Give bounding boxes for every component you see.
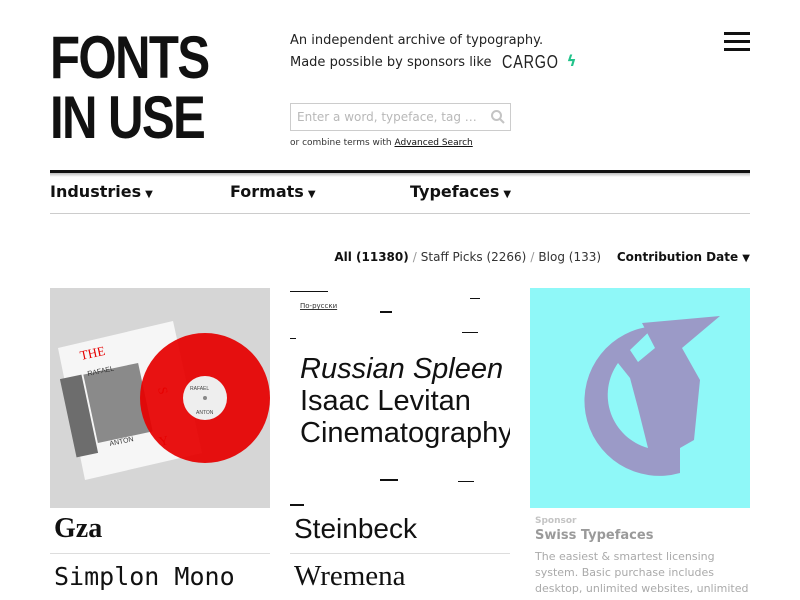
main-nav: Industries ▼ Formats ▼ Typefaces ▼ bbox=[50, 182, 750, 206]
tagline-line-2: Made possible by sponsors like CARGO ϟ bbox=[290, 51, 577, 73]
card-divider bbox=[290, 553, 510, 554]
nav-industries-label: Industries bbox=[50, 182, 142, 201]
advanced-search-link[interactable]: Advanced Search bbox=[395, 138, 473, 148]
bolt-icon: ϟ bbox=[566, 52, 577, 70]
caret-down-icon: ▼ bbox=[503, 189, 512, 200]
caret-down-icon: ▼ bbox=[742, 253, 750, 264]
caret-down-icon: ▼ bbox=[145, 189, 153, 200]
sponsor-name[interactable]: Swiss Typefaces bbox=[535, 528, 653, 543]
hamburger-menu-icon[interactable] bbox=[724, 32, 750, 52]
cargo-logo[interactable]: CARGO bbox=[502, 52, 559, 72]
vinyl-artwork: THE RAFAEL ANTON S Y RAFAEL ANTON bbox=[58, 321, 270, 480]
unicorn-logo-icon bbox=[584, 316, 720, 476]
search-box bbox=[290, 103, 511, 131]
advanced-search-prefix: or combine terms with bbox=[290, 138, 392, 148]
card-sponsor-image[interactable] bbox=[530, 288, 750, 508]
logo-line-2: IN USE bbox=[50, 84, 206, 151]
font-name-gza[interactable]: Gza bbox=[54, 511, 102, 547]
label-text-anton: ANTON bbox=[196, 410, 214, 416]
label-text-rafael: RAFAEL bbox=[190, 386, 209, 392]
card-specimen-image[interactable]: По-русски Russian Spleen Isaac Levitan C… bbox=[290, 288, 510, 508]
sort-dropdown[interactable]: Contribution Date ▼ bbox=[617, 250, 750, 264]
specimen-line-2: Isaac Levitan bbox=[300, 385, 471, 417]
site-logo[interactable]: FONTS IN USE bbox=[50, 24, 210, 151]
caret-down-icon: ▼ bbox=[307, 189, 316, 200]
nav-formats-label: Formats bbox=[230, 182, 304, 201]
nav-typefaces[interactable]: Typefaces ▼ bbox=[410, 182, 511, 201]
specimen-link: По-русски bbox=[300, 302, 338, 310]
filter-blog[interactable]: Blog (133) bbox=[538, 250, 601, 264]
specimen-line-3: Cinematography bbox=[300, 417, 510, 449]
sponsor-label: Sponsor bbox=[535, 516, 577, 526]
nav-bottom-rule bbox=[50, 213, 750, 214]
font-name-simplon-mono[interactable]: Simplon Mono bbox=[54, 560, 235, 594]
specimen-text: Russian Spleen Isaac Levitan Cinematogra… bbox=[300, 353, 510, 449]
search-icon[interactable] bbox=[490, 109, 506, 125]
card-vinyl-image[interactable]: THE RAFAEL ANTON S Y RAFAEL ANTON bbox=[50, 288, 270, 508]
filter-all[interactable]: All (11380) bbox=[334, 250, 408, 264]
card-divider bbox=[50, 553, 270, 554]
tagline: An independent archive of typography. Ma… bbox=[290, 31, 577, 73]
logo-line-1: FONTS bbox=[50, 24, 210, 91]
font-name-wremena[interactable]: Wremena bbox=[294, 558, 406, 594]
search-input[interactable] bbox=[291, 104, 481, 130]
filter-staff-picks[interactable]: Staff Picks (2266) bbox=[421, 250, 527, 264]
nav-rule-shadow bbox=[50, 173, 750, 177]
tagline-line-1: An independent archive of typography. bbox=[290, 33, 544, 48]
font-name-steinbeck[interactable]: Steinbeck bbox=[294, 511, 417, 547]
sort-label: Contribution Date bbox=[616, 250, 739, 264]
sponsor-description: The easiest & smartest licensing system.… bbox=[535, 550, 749, 595]
nav-typefaces-label: Typefaces bbox=[410, 182, 500, 201]
nav-formats[interactable]: Formats ▼ bbox=[230, 182, 316, 201]
tagline-sponsor-text: Made possible by sponsors like bbox=[290, 55, 492, 70]
specimen-line-1: Russian Spleen bbox=[300, 353, 504, 385]
nav-industries[interactable]: Industries ▼ bbox=[50, 182, 153, 201]
advanced-search-hint: or combine terms with Advanced Search bbox=[290, 138, 473, 148]
filter-bar: All (11380) / Staff Picks (2266) / Blog (133… bbox=[334, 250, 750, 264]
